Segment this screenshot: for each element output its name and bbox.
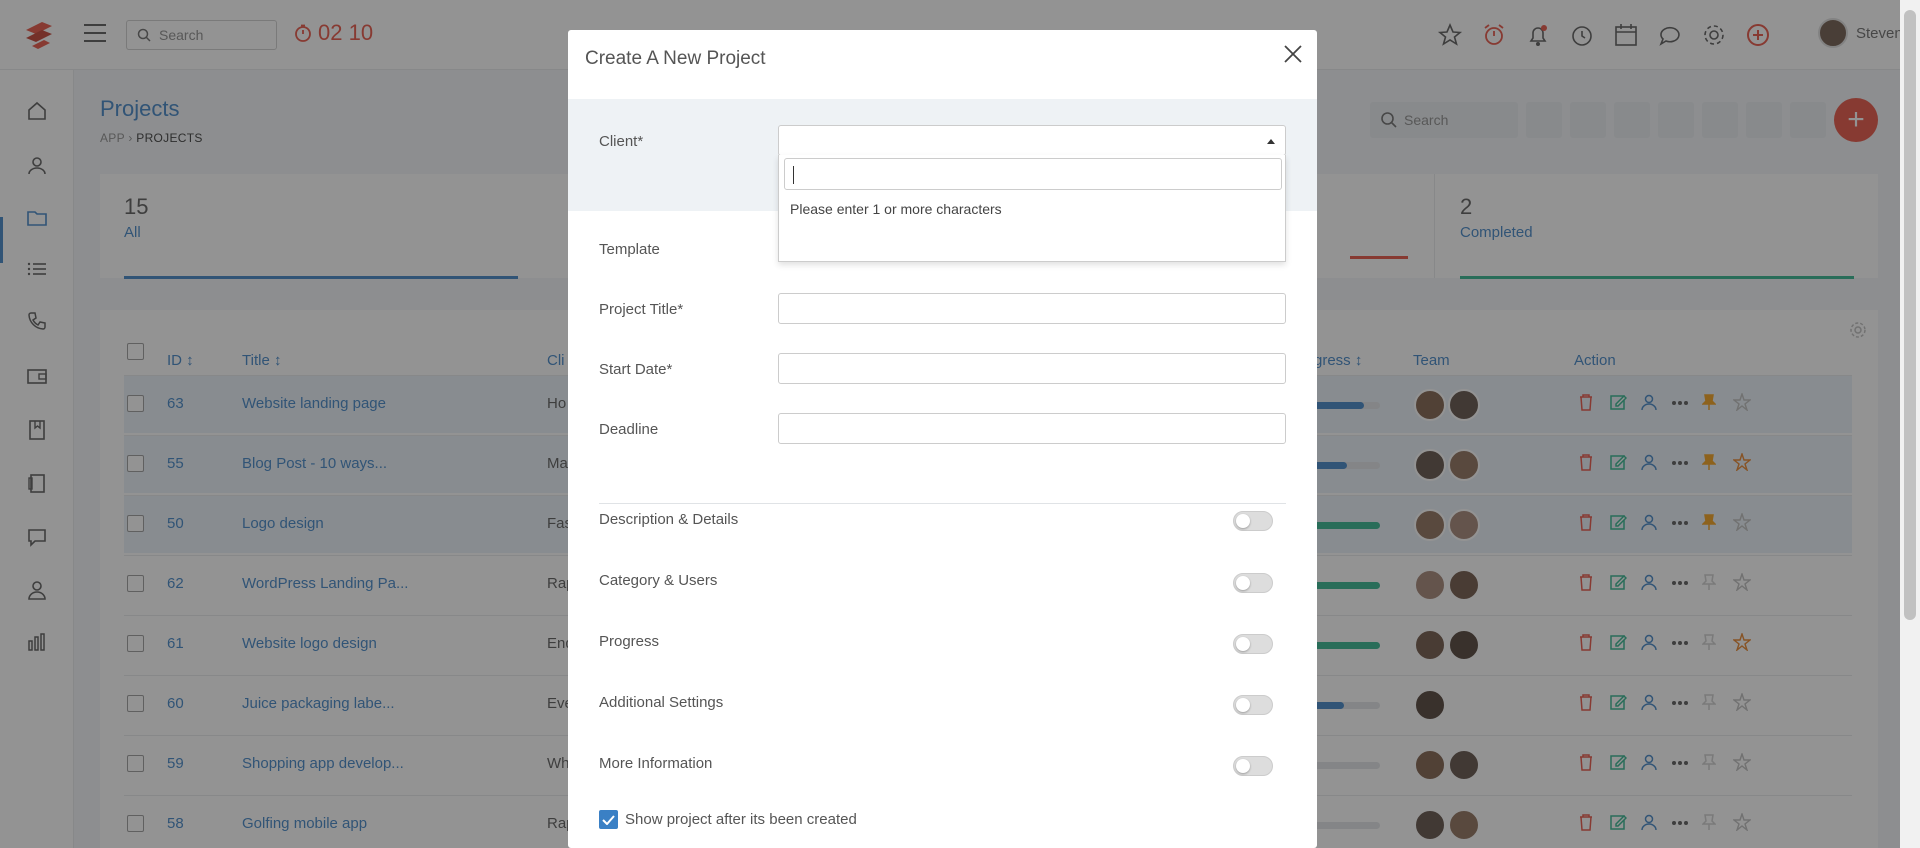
additional-settings-toggle[interactable] — [1233, 695, 1273, 715]
divider — [599, 503, 1286, 504]
project-title-label: Project Title* — [599, 301, 684, 318]
scrollbar-thumb[interactable] — [1904, 10, 1916, 620]
start-date-label: Start Date* — [599, 361, 673, 378]
section-description-label: Description & Details — [599, 511, 739, 528]
section-more-info-label: More Information — [599, 755, 713, 772]
template-label: Template — [599, 241, 660, 258]
text-cursor — [793, 166, 794, 184]
deadline-label: Deadline — [599, 421, 659, 438]
section-additional-label: Additional Settings — [599, 694, 724, 711]
section-category-label: Category & Users — [599, 572, 718, 589]
show-project-checkbox[interactable] — [599, 810, 618, 829]
close-icon[interactable] — [1279, 40, 1307, 68]
client-label: Client* — [599, 133, 644, 150]
create-project-modal: Create A New Project Client* Template Pl… — [568, 30, 1317, 848]
progress-toggle[interactable] — [1233, 634, 1273, 654]
more-information-toggle[interactable] — [1233, 756, 1273, 776]
client-search-input[interactable] — [784, 158, 1282, 190]
category-toggle[interactable] — [1233, 573, 1273, 593]
section-progress-label: Progress — [599, 633, 660, 650]
start-date-field[interactable] — [778, 353, 1286, 384]
project-title-field[interactable] — [778, 293, 1286, 324]
dropdown-message: Please enter 1 or more characters — [790, 201, 1002, 217]
client-select[interactable] — [778, 125, 1286, 156]
client-dropdown: Please enter 1 or more characters — [778, 155, 1286, 262]
chevron-up-icon — [1267, 139, 1275, 144]
check-icon — [602, 814, 615, 825]
show-project-label: Show project after its been created — [625, 811, 857, 828]
modal-title: Create A New Project — [585, 48, 766, 69]
deadline-field[interactable] — [778, 413, 1286, 444]
description-toggle[interactable] — [1233, 511, 1273, 531]
scrollbar[interactable] — [1900, 0, 1920, 848]
